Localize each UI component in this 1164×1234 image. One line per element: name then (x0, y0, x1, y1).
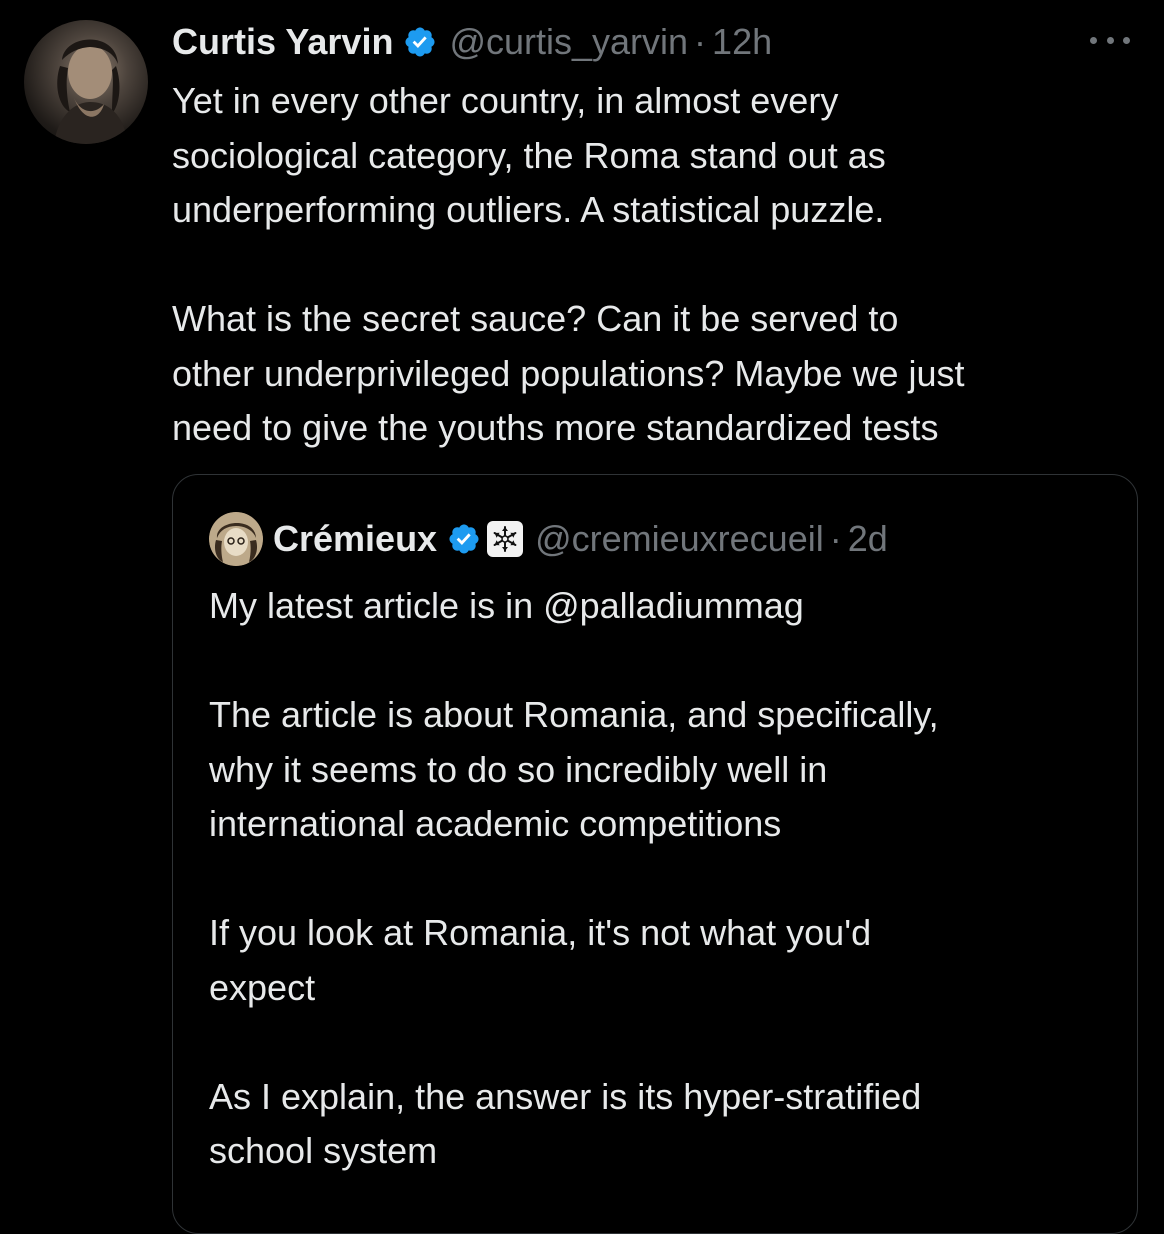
quoted-line: The article is about Romania, and specif… (209, 694, 939, 735)
quoted-line: international academic competitions (209, 803, 782, 844)
author-display-name[interactable]: Curtis Yarvin (172, 21, 393, 63)
quoted-line: As I explain, the answer is its hyper-st… (209, 1075, 922, 1117)
separator-dot: · (829, 518, 842, 559)
more-dot (1090, 36, 1097, 44)
quoted-avatar[interactable] (209, 512, 263, 566)
quoted-avatar-image (209, 512, 263, 566)
tweet[interactable]: Curtis Yarvin @curtis_yarvin · 12h Yet i… (0, 0, 1164, 1234)
tweet-line: What is the secret sauce? Can it be serv… (172, 298, 899, 339)
tweet-text: Yet in every other country, in almost ev… (172, 74, 1142, 456)
more-dot (1106, 36, 1114, 44)
more-dot (1123, 36, 1130, 44)
affiliate-badge-icon[interactable] (487, 521, 524, 557)
quoted-line: If you look at Romania, it's not what yo… (209, 912, 872, 953)
quoted-tweet[interactable]: Crémieux @cremieuxrecueil · 2d My latest… (172, 474, 1138, 1234)
tweet-header: Curtis Yarvin @curtis_yarvin · 12h (172, 18, 772, 66)
quoted-display-name[interactable]: Crémieux (273, 518, 437, 560)
quoted-timestamp[interactable]: 2d (848, 518, 888, 560)
verified-badge-icon[interactable] (447, 522, 481, 556)
quoted-handle[interactable]: @cremieuxrecueil (535, 518, 824, 560)
tweet-timestamp[interactable]: 12h (712, 21, 772, 63)
author-avatar-image (54, 39, 128, 144)
quoted-tweet-text: My latest article is in @palladiummag Th… (209, 579, 1119, 1179)
quoted-line: My latest article is in @palladiummag (209, 585, 804, 626)
tweet-line: sociological category, the Roma stand ou… (172, 134, 886, 176)
tweet-line: Yet in every other country, in almost ev… (172, 80, 839, 121)
author-handle[interactable]: @curtis_yarvin (449, 21, 688, 63)
quoted-line: school system (209, 1130, 438, 1171)
more-options-icon[interactable] (1090, 28, 1130, 52)
tweet-line: other underprivileged populations? Maybe… (172, 352, 965, 394)
verified-badge-icon[interactable] (403, 25, 437, 59)
tweet-line: underperforming outliers. A statistical … (172, 189, 885, 230)
avatar[interactable] (24, 20, 148, 144)
separator-dot: · (694, 21, 707, 62)
tweet-line: need to give the youths more standardize… (172, 407, 939, 448)
quoted-line: expect (209, 966, 316, 1008)
quoted-line: why it seems to do so incredibly well in (209, 748, 828, 790)
quoted-tweet-header: Crémieux @cremieuxrecueil · 2d (209, 512, 888, 566)
